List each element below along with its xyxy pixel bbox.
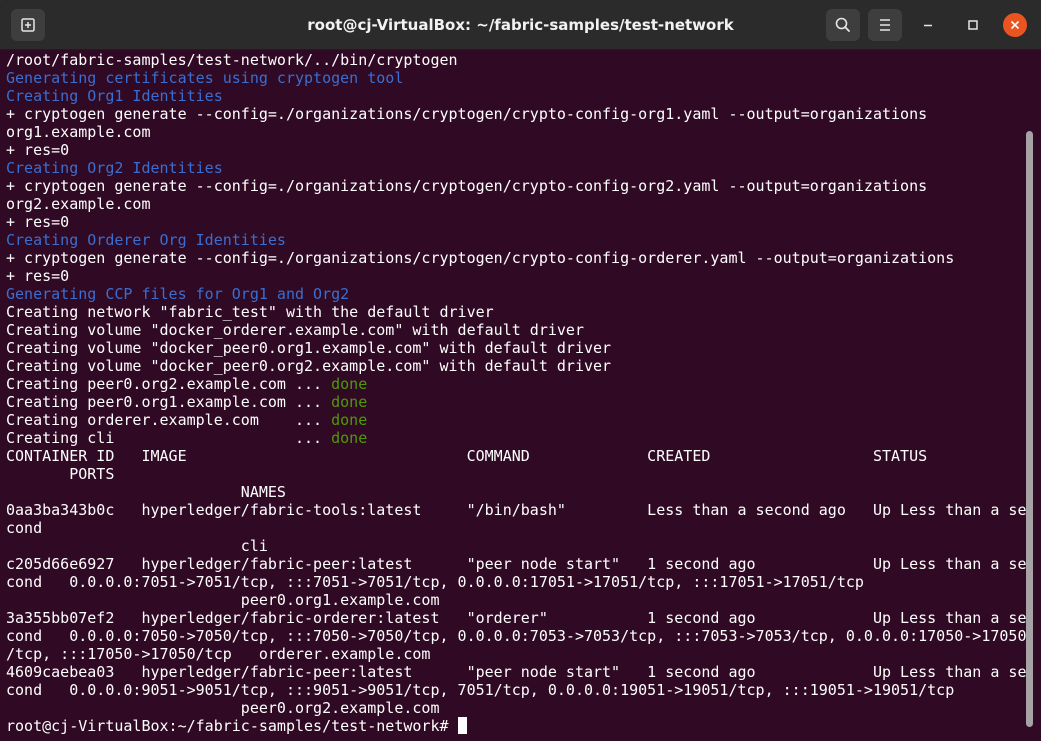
terminal-line: + res=0 (6, 141, 1030, 159)
terminal-line: PORTS (6, 465, 1030, 483)
search-icon (835, 17, 850, 32)
output-text: Creating orderer.example.com ... (6, 411, 332, 429)
info-message: Creating Org1 Identities (6, 87, 223, 105)
output-text: cond (6, 519, 43, 537)
info-message: Generating CCP files for Org1 and Org2 (6, 285, 350, 303)
terminal-line: cond (6, 519, 1030, 537)
output-text: NAMES (6, 483, 286, 501)
terminal-line: Creating network "fabric_test" with the … (6, 303, 1030, 321)
text-cursor (457, 717, 467, 734)
hamburger-menu-icon (880, 19, 890, 31)
output-text: c205d66e6927 hyperledger/fabric-peer:lat… (6, 555, 1027, 573)
close-button[interactable] (1003, 13, 1027, 37)
output-text: + res=0 (6, 267, 70, 285)
output-text: Creating volume "docker_peer0.org1.examp… (6, 339, 612, 357)
maximize-button[interactable] (961, 13, 985, 37)
output-text: cond 0.0.0.0:9051->9051/tcp, :::9051->90… (6, 681, 955, 699)
terminal-line: /root/fabric-samples/test-network/../bin… (6, 51, 1030, 69)
output-text: 3a355bb07ef2 hyperledger/fabric-orderer:… (6, 609, 1027, 627)
terminal-line: Creating volume "docker_orderer.example.… (6, 321, 1030, 339)
output-text: /tcp, :::17050->17050/tcp orderer.exampl… (6, 645, 431, 663)
output-text: Creating peer0.org2.example.com ... (6, 375, 332, 393)
terminal-line: Creating Org2 Identities (6, 159, 1030, 177)
terminal-line: org2.example.com (6, 195, 1030, 213)
output-text: CONTAINER ID IMAGE COMMAND CREATED STATU… (6, 447, 928, 465)
output-text: Creating volume "docker_orderer.example.… (6, 321, 584, 339)
done-status: done (331, 429, 368, 447)
terminal-line: cond 0.0.0.0:9051->9051/tcp, :::9051->90… (6, 681, 1030, 699)
terminal-output[interactable]: /root/fabric-samples/test-network/../bin… (0, 51, 1030, 741)
terminal-line: Creating volume "docker_peer0.org1.examp… (6, 339, 1030, 357)
info-message: Creating Orderer Org Identities (6, 231, 286, 249)
output-text: cond 0.0.0.0:7051->7051/tcp, :::7051->70… (6, 573, 864, 591)
shell-prompt: root@cj-VirtualBox:~/fabric-samples/test… (6, 717, 458, 735)
terminal-line: c205d66e6927 hyperledger/fabric-peer:lat… (6, 555, 1030, 573)
output-text: + res=0 (6, 141, 70, 159)
scrollbar-thumb[interactable] (1026, 131, 1033, 727)
output-text: /root/fabric-samples/test-network/../bin… (6, 51, 458, 69)
terminal-line: 4609caebea03 hyperledger/fabric-peer:lat… (6, 663, 1030, 681)
terminal-line: + cryptogen generate --config=./organiza… (6, 249, 1030, 267)
output-text: org2.example.com (6, 195, 151, 213)
terminal-line: Generating CCP files for Org1 and Org2 (6, 285, 1030, 303)
terminal-line: Creating Org1 Identities (6, 87, 1030, 105)
new-tab-icon (21, 18, 35, 32)
minimize-icon (924, 24, 932, 27)
info-message: Generating certificates using cryptogen … (6, 69, 404, 87)
terminal-line: Creating orderer.example.com ... done (6, 411, 1030, 429)
terminal-line: 0aa3ba343b0c hyperledger/fabric-tools:la… (6, 501, 1030, 519)
terminal-line: Creating cli ... done (6, 429, 1030, 447)
done-status: done (331, 393, 368, 411)
terminal-line: + res=0 (6, 213, 1030, 231)
output-text: Creating cli ... (6, 429, 332, 447)
terminal-line: cli (6, 537, 1030, 555)
output-text: PORTS (6, 465, 115, 483)
prompt-line[interactable]: root@cj-VirtualBox:~/fabric-samples/test… (6, 717, 1030, 735)
close-icon (1010, 20, 1020, 30)
terminal-line: org1.example.com (6, 123, 1030, 141)
terminal-line: NAMES (6, 483, 1030, 501)
output-text: + cryptogen generate --config=./organiza… (6, 249, 955, 267)
terminal-line: cond 0.0.0.0:7051->7051/tcp, :::7051->70… (6, 573, 1030, 591)
terminal-lines: /root/fabric-samples/test-network/../bin… (0, 51, 1030, 735)
output-text: org1.example.com (6, 123, 151, 141)
output-text: Creating network "fabric_test" with the … (6, 303, 494, 321)
terminal-line: CONTAINER ID IMAGE COMMAND CREATED STATU… (6, 447, 1030, 465)
output-text: + cryptogen generate --config=./organiza… (6, 105, 928, 123)
terminal-line: peer0.org1.example.com (6, 591, 1030, 609)
menu-button[interactable] (868, 9, 902, 41)
terminal-window: root@cj-VirtualBox: ~/fabric-samples/tes… (0, 0, 1041, 741)
new-tab-button[interactable] (11, 9, 45, 41)
terminal-line: Creating Orderer Org Identities (6, 231, 1030, 249)
title-bar[interactable]: root@cj-VirtualBox: ~/fabric-samples/tes… (0, 0, 1041, 50)
output-text: cli (6, 537, 268, 555)
output-text: Creating volume "docker_peer0.org2.examp… (6, 357, 612, 375)
terminal-line: peer0.org2.example.com (6, 699, 1030, 717)
output-text: peer0.org2.example.com (6, 699, 440, 717)
done-status: done (331, 411, 368, 429)
terminal-line: + cryptogen generate --config=./organiza… (6, 105, 1030, 123)
terminal-line: Generating certificates using cryptogen … (6, 69, 1030, 87)
output-text: 0aa3ba343b0c hyperledger/fabric-tools:la… (6, 501, 1027, 519)
maximize-icon (968, 20, 978, 30)
output-text: + res=0 (6, 213, 70, 231)
terminal-line: Creating peer0.org1.example.com ... done (6, 393, 1030, 411)
minimize-button[interactable] (916, 13, 940, 37)
output-text: cond 0.0.0.0:7050->7050/tcp, :::7050->70… (6, 627, 1027, 645)
terminal-line: 3a355bb07ef2 hyperledger/fabric-orderer:… (6, 609, 1030, 627)
done-status: done (331, 375, 368, 393)
terminal-line: + res=0 (6, 267, 1030, 285)
terminal-line: cond 0.0.0.0:7050->7050/tcp, :::7050->70… (6, 627, 1030, 645)
search-button[interactable] (826, 9, 860, 41)
output-text: peer0.org1.example.com (6, 591, 440, 609)
terminal-line: /tcp, :::17050->17050/tcp orderer.exampl… (6, 645, 1030, 663)
output-text: + cryptogen generate --config=./organiza… (6, 177, 928, 195)
output-text: Creating peer0.org1.example.com ... (6, 393, 332, 411)
terminal-line: Creating volume "docker_peer0.org2.examp… (6, 357, 1030, 375)
output-text: 4609caebea03 hyperledger/fabric-peer:lat… (6, 663, 1027, 681)
terminal-line: Creating peer0.org2.example.com ... done (6, 375, 1030, 393)
info-message: Creating Org2 Identities (6, 159, 223, 177)
terminal-line: + cryptogen generate --config=./organiza… (6, 177, 1030, 195)
